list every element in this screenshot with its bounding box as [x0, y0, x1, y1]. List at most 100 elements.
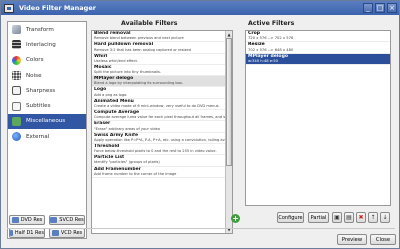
- preview-label: Preview: [341, 236, 363, 243]
- sharpness-icon: [12, 86, 21, 96]
- maximize-icon[interactable]: □: [375, 3, 385, 13]
- transform-icon: [12, 25, 21, 35]
- available-filters-header: Available Filters: [121, 20, 178, 27]
- close-icon[interactable]: ×: [387, 3, 397, 13]
- available-filters-scrollbar[interactable]: ▲ ▼: [225, 31, 232, 233]
- vcd-res-button[interactable]: VCD Res: [49, 228, 85, 238]
- active-filter-desc: 702 x 576 --> 648 x 480: [248, 47, 294, 52]
- bottom-separator: [7, 228, 395, 229]
- video-filter-manager-window: Video Filter Manager _ □ × Transform Int…: [0, 0, 400, 249]
- vcd-res-label: VCD Res: [60, 230, 83, 236]
- category-item-external[interactable]: External: [8, 129, 86, 144]
- partial-button[interactable]: Partial: [308, 212, 329, 223]
- scrollbar-thumb[interactable]: [226, 38, 232, 166]
- available-filter-item[interactable]: Eraser "Erase" arbitrary areas of your vi…: [92, 121, 226, 133]
- svcd-res-label: SVCD Res: [59, 217, 84, 223]
- available-filter-items: Blend removal Remove blend between previo…: [92, 31, 226, 178]
- available-filter-item[interactable]: Animated Menu Create a video made of 6 mi…: [92, 99, 226, 111]
- category-label: Sharpness: [26, 87, 56, 94]
- category-item-sharpness[interactable]: Sharpness: [8, 83, 86, 98]
- active-filters-header: Active Filters: [248, 20, 295, 27]
- available-filter-item[interactable]: MPlayer delogo Blend a logo by interpolat…: [92, 76, 226, 88]
- available-filter-desc: Add frame number to the corner of the im…: [94, 171, 177, 176]
- available-filter-item[interactable]: Compute Average Compute average luma valu…: [92, 110, 226, 122]
- category-label: Subtitles: [26, 103, 51, 110]
- category-item-colors[interactable]: Colors: [8, 53, 86, 68]
- available-filter-item[interactable]: Blend removal Remove blend between previo…: [92, 31, 226, 43]
- window-controls: _ □ ×: [363, 3, 397, 13]
- category-label: Transform: [26, 26, 54, 33]
- available-filter-item[interactable]: Logo Add a png as logo.: [92, 87, 226, 99]
- move-up-icon[interactable]: ↑: [368, 212, 378, 223]
- dvd-res-label: DVD Res: [20, 217, 43, 223]
- available-filter-desc: Compute average luma value for each pixe…: [94, 115, 226, 120]
- half-d1-res-label: Half D1 Res: [14, 230, 44, 236]
- available-filter-desc: Apply operation like P=P*A, P-A, P+A, et…: [94, 137, 226, 142]
- active-filters-list: Crop 720 x 576 --> 702 x 576 Resize 702 …: [245, 30, 391, 206]
- category-item-subtitles[interactable]: Subtitles: [8, 98, 86, 113]
- active-filter-resize[interactable]: Resize 702 x 576 --> 648 x 480: [246, 42, 390, 54]
- available-filter-item[interactable]: Whirl Useless whirl/end effect.: [92, 54, 226, 65]
- available-filter-desc: Add a png as logo.: [94, 92, 128, 97]
- category-label: Interlacing: [26, 41, 56, 48]
- available-filter-item[interactable]: Threshold Force below-threshold pixels to…: [92, 144, 226, 156]
- category-label: Miscellaneous: [26, 118, 66, 125]
- available-filter-desc: Split the picture into tiny thumbnails.: [94, 70, 162, 75]
- remove-icon[interactable]: ✖: [356, 212, 366, 223]
- external-icon: [12, 132, 21, 142]
- category-label: Noise: [26, 72, 42, 79]
- close-label: Close: [375, 236, 391, 243]
- configure-button[interactable]: Configure: [277, 212, 304, 223]
- vcd-icon: [51, 230, 59, 236]
- active-filter-crop[interactable]: Crop 720 x 576 --> 702 x 576: [246, 31, 390, 43]
- colors-icon: [12, 55, 21, 65]
- available-filter-desc: Remove 3:2 that has been analog captured…: [94, 47, 191, 52]
- active-filter-desc: 720 x 576 --> 702 x 576: [248, 36, 294, 41]
- title-bar: Video Filter Manager _ □ ×: [1, 1, 399, 15]
- half-d1-res-button[interactable]: Half D1 Res: [9, 228, 45, 238]
- preview-button[interactable]: Preview: [337, 234, 367, 245]
- svcd-res-button[interactable]: SVCD Res: [49, 215, 85, 225]
- configure-label: Configure: [278, 214, 303, 221]
- available-filter-desc: Remove blend between previous and next p…: [94, 36, 184, 41]
- miscellaneous-icon: [12, 116, 21, 126]
- category-list: Transform Interlacing Colors Noise Sharp…: [7, 21, 87, 239]
- available-filter-desc: Identify "particles" (groups of pixels): [94, 160, 160, 165]
- scroll-up-icon[interactable]: ▲: [226, 31, 232, 38]
- available-filter-item[interactable]: Hard pulldown removal Remove 3:2 that has…: [92, 42, 226, 54]
- category-item-miscellaneous[interactable]: Miscellaneous: [8, 113, 86, 130]
- category-item-transform[interactable]: Transform: [8, 22, 86, 37]
- available-filter-item[interactable]: Swiss Army Knife Apply operation like P=P…: [92, 133, 226, 144]
- subtitles-icon: [12, 101, 21, 111]
- category-label: External: [26, 133, 50, 140]
- move-down-icon[interactable]: ↓: [380, 212, 390, 223]
- available-filter-desc: Create a video made of 6 mini-window, ve…: [94, 103, 220, 108]
- available-filter-desc: Force below-threshold pixels to 0 and th…: [94, 149, 217, 154]
- available-filter-item[interactable]: Particle List Identify "particles" (group…: [92, 155, 226, 167]
- noise-icon: [12, 71, 21, 81]
- available-filters-list: Blend removal Remove blend between previo…: [91, 30, 233, 234]
- available-filter-item[interactable]: Add Framenumber Add frame number to the c…: [92, 167, 226, 178]
- add-filter-icon[interactable]: +: [231, 214, 240, 223]
- window-title: Video Filter Manager: [19, 4, 96, 12]
- close-button[interactable]: Close: [370, 234, 396, 245]
- save-icon[interactable]: ▣: [332, 212, 342, 223]
- active-filter-mplayer-delogo[interactable]: MPlayer delogo w:340 h:48 e:50: [246, 53, 390, 65]
- available-filter-item[interactable]: Mosaic Split the picture into tiny thumbn…: [92, 65, 226, 77]
- minimize-icon[interactable]: _: [363, 3, 373, 13]
- category-item-noise[interactable]: Noise: [8, 68, 86, 83]
- dvd-icon: [11, 217, 19, 223]
- half-d1-icon: [10, 230, 13, 236]
- available-filter-desc: Blend a logo by interpolating its surrou…: [94, 81, 184, 86]
- available-filter-desc: "Erase" arbitrary areas of your video: [94, 126, 160, 131]
- svcd-icon: [50, 217, 58, 223]
- active-filter-desc: w:340 h:48 e:50: [248, 58, 278, 63]
- dvd-res-button[interactable]: DVD Res: [9, 215, 45, 225]
- category-label: Colors: [26, 57, 44, 64]
- open-icon[interactable]: ▤: [344, 212, 354, 223]
- interlacing-icon: [12, 40, 21, 50]
- category-item-interlacing[interactable]: Interlacing: [8, 37, 86, 52]
- partial-label: Partial: [310, 214, 327, 221]
- available-filter-desc: Useless whirl/end effect.: [94, 58, 139, 63]
- app-icon: [4, 3, 14, 13]
